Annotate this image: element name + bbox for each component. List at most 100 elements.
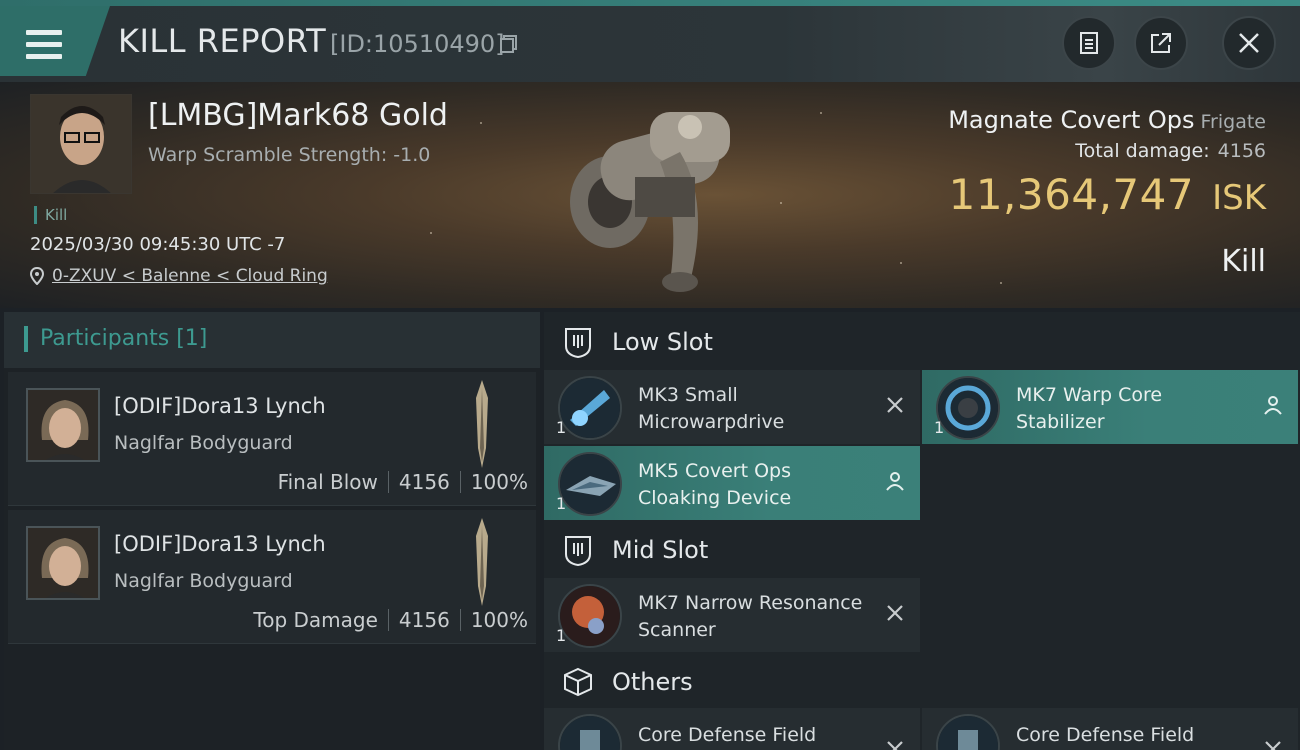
share-icon (1151, 33, 1171, 53)
mid-slot-header: Mid Slot (544, 522, 1300, 578)
total-damage-value: 4156 (1217, 140, 1266, 162)
stats-divider (387, 609, 389, 631)
low-slot-label: Low Slot (612, 328, 713, 356)
participant-avatar[interactable] (26, 526, 100, 600)
destroyed-icon (1265, 741, 1281, 750)
low-slot-icon (565, 328, 591, 358)
participants-label: Participants [1] (40, 326, 208, 351)
header-accent-line (0, 0, 1300, 6)
kill-tag: Kill (34, 206, 67, 224)
participant-portrait-icon (28, 528, 98, 598)
participant-portrait-icon (28, 390, 98, 460)
module-name: Core Defense Field (638, 724, 817, 746)
victim-banner: [LMBG]Mark68 Gold Warp Scramble Strength… (0, 82, 1300, 308)
others-label: Others (612, 668, 693, 696)
destroyed-icon (887, 397, 903, 413)
mid-slot-label: Mid Slot (612, 536, 709, 564)
participant-card[interactable]: [ODIF]Dora13 Lynch Naglfar Bodyguard Top… (8, 510, 536, 644)
participant-avatar[interactable] (26, 388, 100, 462)
clipboard-icon (1080, 32, 1098, 54)
warp-core-stabilizer-icon (936, 376, 1000, 440)
isk-value-row: 11,364,747 ISK (949, 170, 1266, 219)
stats-divider (459, 609, 461, 631)
user-icon (1264, 396, 1282, 415)
kill-result: Kill (1221, 244, 1266, 279)
module-item[interactable]: 1 MK5 Covert Ops Cloaking Device (544, 446, 920, 520)
destroyed-icon (887, 605, 903, 621)
module-quantity: 1 (556, 418, 567, 437)
participant-card[interactable]: [ODIF]Dora13 Lynch Naglfar Bodyguard Fin… (8, 372, 536, 506)
cube-icon (564, 667, 592, 697)
module-item[interactable]: 1 MK3 Small Microwarpdrive (544, 370, 920, 444)
module-item[interactable]: Core Defense Field (544, 708, 920, 750)
module-item[interactable]: 1 MK7 Warp Core Stabilizer (922, 370, 1298, 444)
location-pin-icon (30, 267, 44, 285)
module-name: MK5 Covert Ops Cloaking Device (638, 460, 792, 509)
stats-divider (459, 471, 461, 493)
participant-percent: 100% (470, 470, 528, 494)
participants-accent-bar (24, 326, 28, 352)
mid-slot-icon (565, 536, 591, 566)
microwarpdrive-icon (558, 376, 622, 440)
total-damage-label: Total damage: (1075, 140, 1210, 162)
core-defense-field-icon (558, 714, 622, 750)
ship-type: Magnate Covert Ops Frigate (948, 106, 1266, 134)
ship-render (570, 112, 730, 292)
module-quantity: 1 (556, 494, 567, 513)
kill-location[interactable]: 0-ZXUV < Balenne < Cloud Ring (30, 266, 328, 286)
menu-button[interactable] (0, 6, 110, 76)
participant-stats: Final Blow 4156 100% (278, 470, 528, 494)
victim-name[interactable]: [LMBG]Mark68 Gold (148, 98, 448, 133)
low-slot-header: Low Slot (544, 314, 1300, 370)
isk-unit: ISK (1212, 178, 1266, 218)
title-bar: KILL REPORT [ID:10510490] (0, 0, 1300, 82)
share-button[interactable] (1134, 16, 1188, 70)
location-link[interactable]: 0-ZXUV < Balenne < Cloud Ring (52, 266, 328, 286)
participant-name[interactable]: [ODIF]Dora13 Lynch (114, 394, 326, 418)
user-icon (886, 472, 904, 491)
fitting-panel: Low Slot 1 MK3 Small Microwarpdrive 1 MK… (544, 312, 1300, 750)
participant-damage: 4156 (398, 608, 450, 632)
module-name: Core Defense Field (1016, 724, 1195, 746)
cloaking-device-icon (558, 452, 622, 516)
stats-divider (387, 471, 389, 493)
module-item[interactable]: Core Defense Field (922, 708, 1298, 750)
participant-damage: 4156 (398, 470, 450, 494)
destroyed-icon (887, 741, 903, 750)
weapon-icon (476, 518, 488, 606)
report-id: [ID:10510490] (330, 30, 505, 58)
resonance-scanner-icon (558, 584, 622, 648)
total-damage-row: Total damage: 4156 (1075, 140, 1266, 162)
others-header: Others (544, 654, 1300, 710)
warp-scramble-strength: Warp Scramble Strength: -1.0 (148, 144, 431, 166)
participant-role: Top Damage (253, 608, 378, 632)
page-title: KILL REPORT (118, 22, 327, 60)
participants-header: Participants [1] (4, 312, 540, 368)
module-name: MK7 Narrow Resonance Scanner (638, 592, 863, 641)
victim-portrait[interactable] (30, 94, 132, 194)
clipboard-button[interactable] (1062, 16, 1116, 70)
module-item[interactable]: 1 MK7 Narrow Resonance Scanner (544, 578, 920, 652)
participant-role: Final Blow (277, 470, 378, 494)
module-quantity: 1 (556, 626, 567, 645)
participant-stats: Top Damage 4156 100% (253, 608, 528, 632)
participant-percent: 100% (470, 608, 528, 632)
ship-name[interactable]: Magnate Covert Ops (948, 106, 1194, 134)
copy-icon[interactable] (500, 35, 518, 53)
pilot-portrait-icon (31, 95, 131, 193)
participant-name[interactable]: [ODIF]Dora13 Lynch (114, 532, 326, 556)
kill-timestamp: 2025/03/30 09:45:30 UTC -7 (30, 234, 286, 255)
module-quantity: 1 (934, 418, 945, 437)
weapon-icon (476, 380, 488, 468)
participant-ship: Naglfar Bodyguard (114, 432, 293, 454)
hamburger-menu-icon (26, 30, 62, 60)
module-name: MK7 Warp Core Stabilizer (1016, 384, 1163, 433)
participants-panel: Participants [1] [ODIF]Dora13 Lynch Nagl… (4, 312, 540, 750)
isk-value: 11,364,747 (948, 170, 1195, 219)
core-defense-field-icon (936, 714, 1000, 750)
participant-ship: Naglfar Bodyguard (114, 570, 293, 592)
close-icon (1239, 33, 1259, 53)
ship-class: Frigate (1200, 111, 1266, 133)
module-name: MK3 Small Microwarpdrive (638, 384, 785, 433)
close-button[interactable] (1222, 16, 1276, 70)
